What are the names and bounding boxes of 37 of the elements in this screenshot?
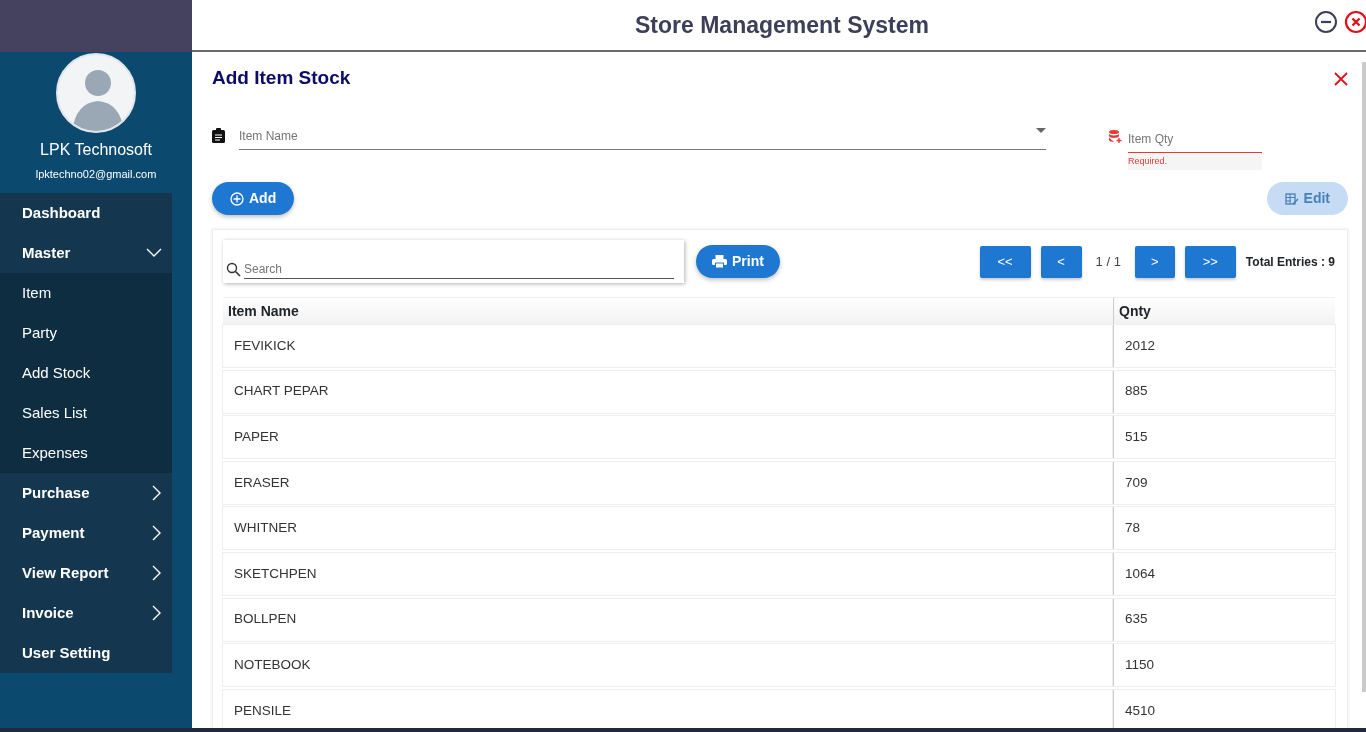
submenu-item[interactable]: Expenses [0, 433, 172, 473]
clipboard-icon [212, 127, 225, 143]
last-page-button[interactable]: >> [1184, 245, 1236, 278]
form-title: Add Item Stock [212, 66, 351, 90]
submenu-item[interactable]: Item [0, 273, 172, 313]
item-qty-field[interactable]: Item Qty [1128, 127, 1262, 153]
plus-circle-icon [230, 191, 244, 206]
submenu-item[interactable]: Sales List [0, 393, 172, 433]
dropdown-arrow-icon [1036, 127, 1046, 133]
menu-item[interactable]: User Setting [0, 633, 172, 673]
column-header: Item Name [223, 297, 1113, 325]
submenu-item[interactable]: Add Stock [0, 353, 172, 393]
first-page-button[interactable]: << [979, 245, 1031, 278]
menu-item[interactable]: View Report [0, 553, 172, 593]
printer-icon [712, 255, 727, 268]
previous-page-button[interactable]: < [1040, 245, 1082, 278]
close-icon[interactable] [1344, 10, 1366, 34]
add-button[interactable]: Add [212, 182, 295, 215]
database-plus-icon [1108, 128, 1122, 143]
menu-item[interactable]: Master [0, 233, 172, 273]
search-icon [226, 262, 241, 277]
menu-item[interactable]: Invoice [0, 593, 172, 633]
item-name-dropdown[interactable]: Item Name [239, 124, 1046, 150]
next-page-button[interactable]: > [1134, 245, 1175, 278]
menu-item[interactable]: Purchase [0, 473, 172, 513]
print-button[interactable]: Print [696, 245, 780, 278]
page-indicator: 1 / 1 [1095, 252, 1121, 271]
menu-item[interactable]: Dashboard [0, 193, 172, 233]
user-name: LPK Technosoft [40, 140, 152, 160]
app-title: Store Management System [635, 10, 929, 40]
submenu-item[interactable]: Party [0, 313, 172, 353]
minimize-icon[interactable] [1314, 10, 1338, 34]
user-email: lpktechno02@gmail.com [35, 167, 157, 182]
table-edit-icon [1284, 191, 1299, 206]
column-header: Qnty [1113, 297, 1335, 325]
total-entries: Total Entries : 9 [1245, 253, 1335, 271]
menu-item[interactable]: Payment [0, 513, 172, 553]
